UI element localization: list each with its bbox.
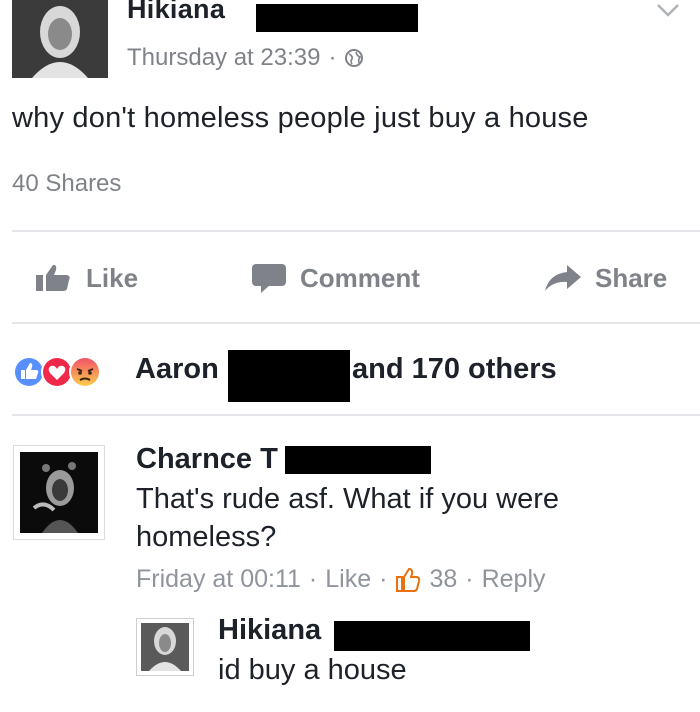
angry-reaction-icon [69, 356, 101, 388]
reply-author-name[interactable]: Hikiana [218, 614, 321, 647]
comment-reply-link[interactable]: Reply [482, 565, 546, 594]
redacted-name-bar [256, 4, 418, 32]
divider [12, 322, 700, 324]
comment-author-fragment: T [260, 443, 278, 475]
post-timestamp[interactable]: Thursday at 23:39 · [127, 44, 364, 72]
redacted-name-bar [285, 446, 431, 474]
separator-dot: · [328, 44, 337, 71]
like-label: Like [86, 262, 139, 293]
post-author-name[interactable]: Hikiana [127, 0, 225, 25]
comment-time[interactable]: Friday at 00:11 [136, 565, 301, 594]
redacted-name-bar [334, 621, 530, 651]
globe-icon [345, 49, 364, 67]
separator-dot: · [379, 565, 388, 593]
reply-author-avatar[interactable] [136, 618, 194, 676]
shares-count[interactable]: 40 Shares [12, 170, 121, 198]
comment-like-link[interactable]: Like [325, 565, 371, 594]
comment-author-first: Charnce [136, 443, 253, 475]
reply-text: id buy a house [218, 654, 407, 686]
thumbs-up-icon [36, 264, 70, 291]
like-button[interactable]: Like [34, 258, 138, 298]
comment-meta: Friday at 00:11 · Like · 38 · Reply [136, 565, 546, 594]
chevron-down-icon[interactable] [656, 2, 680, 18]
reaction-others[interactable]: and 170 others [352, 353, 557, 386]
reactions-icons[interactable] [12, 352, 101, 392]
thumbs-up-outline-icon [396, 567, 421, 592]
comment-bubble-icon [252, 264, 286, 293]
share-button[interactable]: Share [543, 258, 667, 298]
redacted-name-bar [228, 350, 350, 402]
comment-author-avatar[interactable] [13, 445, 105, 540]
separator-dot: · [308, 565, 318, 593]
reaction-name[interactable]: Aaron [135, 353, 219, 386]
post-text: why don't homeless people just buy a hou… [12, 102, 589, 134]
share-label: Share [595, 262, 668, 293]
comment-text: That's rude asf. What if you were homele… [136, 483, 559, 553]
comment-author-name[interactable]: Charnce T [136, 443, 278, 476]
post-timestamp-text: Thursday at 23:39 [127, 44, 321, 71]
post-author-avatar[interactable] [12, 0, 108, 78]
facebook-post: Hikiana Thursday at 23:39 · why don't ho… [0, 0, 700, 712]
divider [12, 230, 700, 232]
comment-like-count[interactable]: 38 [429, 565, 457, 594]
separator-dot: · [465, 565, 474, 593]
comment-label: Comment [300, 262, 420, 293]
share-arrow-icon [545, 265, 581, 291]
divider [12, 414, 700, 416]
comment-button[interactable]: Comment [250, 258, 420, 298]
